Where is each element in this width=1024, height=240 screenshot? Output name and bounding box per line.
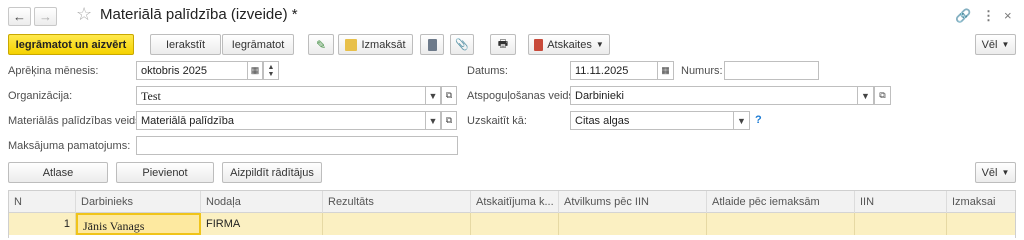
signature-button[interactable]: ✎ [308,34,334,55]
month-label: Aprēķina mēnesis: [8,65,99,77]
favorite-star-icon[interactable]: ☆ [76,4,92,25]
column-header[interactable]: Atskaitījuma k... [471,191,559,213]
chevron-down-icon: ▼ [737,115,746,126]
table-row[interactable]: 1 Jānis Vanags FIRMA [9,213,1015,235]
chevron-down-icon: ▼ [267,70,275,78]
select-button[interactable]: Atlase [8,162,108,183]
iin-cell[interactable] [855,213,947,235]
date-field[interactable]: 11.11.2025 [570,61,658,80]
month-stepper[interactable]: ▲ ▼ [263,61,279,80]
column-header[interactable]: Atvilkums pēc IIN [559,191,707,213]
aid-type-field[interactable]: Materiālā palīdzība [136,111,426,130]
more-button[interactable]: Vēl ▼ [975,34,1016,55]
link-icon[interactable]: 🔗 [955,8,971,24]
column-header[interactable]: IIN [855,191,947,213]
payment-basis-field[interactable] [136,136,458,155]
attach-button[interactable]: 📎 [450,34,474,55]
chevron-down-icon: ▼ [595,40,604,49]
aid-type-label: Materiālās palīdzības veids: [8,115,144,127]
fill-indicators-button[interactable]: Aizpildīt rādītājus [222,162,322,183]
open-icon: ⧉ [445,115,453,125]
calendar-icon: ▦ [661,65,670,75]
add-button[interactable]: Pievienot [116,162,214,183]
reports-icon [534,38,544,51]
chevron-down-icon: ▼ [1001,168,1010,177]
payout-cell[interactable] [947,213,1015,235]
print-button[interactable]: 🖶 [490,34,516,55]
open-icon: ⧉ [445,90,453,100]
number-field[interactable] [724,61,819,80]
tax-type-open-button[interactable]: ⧉ [874,86,891,105]
reports-label: Atskaites [547,38,592,51]
column-header[interactable]: N [9,191,76,213]
write-button[interactable]: Ierakstīt [150,34,221,55]
account-dropdown-button[interactable]: ▼ [733,111,750,130]
signature-icon: ✎ [315,37,327,52]
aid-type-open-button[interactable]: ⧉ [441,111,457,130]
printer-icon: 🖶 [497,38,509,50]
org-open-button[interactable]: ⧉ [441,86,457,105]
document-icon [427,38,437,51]
number-label: Numurs: [681,65,723,77]
tax-type-label: Atspoguļošanas veids: [467,90,578,102]
deduction-after-iin-cell[interactable] [559,213,707,235]
forward-button[interactable]: → [34,7,57,26]
post-button[interactable]: Iegrāmatot [222,34,294,55]
tax-type-field[interactable]: Darbinieki [570,86,858,105]
account-field[interactable]: Citas algas [570,111,734,130]
more-label: Vēl [981,38,998,51]
arrow-left-icon: ← [13,9,26,24]
chevron-down-icon: ▼ [861,90,870,101]
calendar-icon: ▦ [250,65,260,75]
aid-type-dropdown-button[interactable]: ▼ [425,111,441,130]
back-button[interactable]: ← [8,7,31,26]
chevron-down-icon: ▼ [1001,40,1010,49]
column-header[interactable]: Nodaļa [201,191,323,213]
payouts-label: Izmaksāt [361,38,406,51]
chevron-down-icon: ▼ [428,90,438,101]
date-calendar-button[interactable]: ▦ [657,61,674,80]
date-label: Datums: [467,65,508,77]
paperclip-icon: 📎 [455,39,469,51]
org-field[interactable]: Test [136,86,426,105]
help-icon[interactable]: ? [755,114,762,126]
account-label: Uzskaitīt kā: [467,115,527,127]
page-title: Materiālā palīdzība (izveide) * [100,6,298,23]
table-more-label: Vēl [981,166,998,179]
employee-cell[interactable]: Jānis Vanags [76,213,201,235]
table-more-button[interactable]: Vēl ▼ [975,162,1016,183]
chevron-down-icon: ▼ [428,115,438,126]
payout-icon [345,38,358,51]
payouts-button[interactable]: Izmaksāt [338,34,413,55]
employees-table: N Darbinieks Nodaļa Rezultāts Atskaitīju… [8,190,1016,238]
column-header[interactable]: Atlaide pēc iemaksām [707,191,855,213]
org-dropdown-button[interactable]: ▼ [425,86,441,105]
month-field[interactable]: oktobris 2025 [136,61,248,80]
column-header[interactable]: Izmaksai [947,191,1015,213]
close-icon[interactable]: × [1004,8,1012,23]
department-cell[interactable]: FIRMA [201,213,323,235]
org-label: Organizācija: [8,90,73,102]
discount-cell[interactable] [707,213,855,235]
result-cell[interactable] [323,213,471,235]
column-header[interactable]: Rezultāts [323,191,471,213]
payment-basis-label: Maksājuma pamatojums: [8,140,131,152]
table-header: N Darbinieks Nodaļa Rezultāts Atskaitīju… [9,191,1015,213]
deduction-code-cell[interactable] [471,213,559,235]
save-close-button[interactable]: Iegrāmatot un aizvērt [8,34,134,55]
arrow-right-icon: → [39,9,52,24]
row-number-cell: 1 [9,213,76,235]
calendar-button[interactable]: ▦ [247,61,263,80]
more-vertical-icon[interactable]: ⋮ [982,8,995,24]
reports-button[interactable]: Atskaites ▼ [528,34,610,55]
document-button[interactable] [420,34,444,55]
chevron-up-icon: ▲ [267,63,275,71]
open-icon: ⧉ [879,90,886,100]
column-header[interactable]: Darbinieks [76,191,201,213]
tax-type-dropdown-button[interactable]: ▼ [857,86,874,105]
